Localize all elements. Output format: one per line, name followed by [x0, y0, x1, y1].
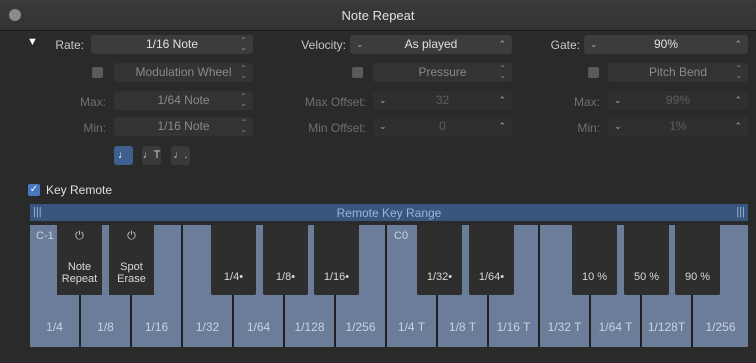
- chevron-up-icon: ⌃: [498, 95, 506, 105]
- octave-label-c0: C0: [394, 230, 409, 242]
- chevron-up-icon: ⌃: [734, 39, 742, 49]
- rate-min-popup[interactable]: 1/16 Note ⌃ ⌄: [114, 117, 253, 136]
- remote-key-range-label: Remote Key Range: [336, 206, 442, 220]
- updown-icon: ⌃ ⌄: [735, 64, 742, 80]
- velocity-min-offset-label: Min Offset:: [308, 121, 366, 135]
- velocity-min-offset-value: 0: [439, 119, 446, 133]
- velocity-max-offset-label: Max Offset:: [304, 95, 366, 109]
- velocity-value: As played: [404, 37, 458, 51]
- black-key-label: 1/4•: [223, 271, 244, 283]
- quarter-note-button[interactable]: ♩: [114, 146, 133, 165]
- black-key[interactable]: 1/64•: [469, 225, 514, 295]
- rate-label: Rate:: [55, 38, 84, 52]
- velocity-label: Velocity:: [301, 38, 346, 52]
- velocity-min-offset-field[interactable]: ⌄ 0 ⌃: [373, 117, 512, 136]
- white-key-label: 1/64: [246, 320, 271, 334]
- rate-mod-checkbox[interactable]: [92, 67, 103, 78]
- white-key-label: 1/32 T: [547, 320, 582, 334]
- range-right-handle[interactable]: |||: [736, 206, 745, 218]
- gate-value: 90%: [653, 37, 679, 51]
- gate-label: Gate:: [550, 38, 580, 52]
- remote-keyboard: 1/4 1/8 1/16 1/32 1/64 1/128 1/256 1/4 T…: [30, 225, 748, 347]
- velocity-max-offset-field[interactable]: ⌄ 32 ⌃: [373, 91, 512, 110]
- white-key-label: 1/4: [46, 320, 63, 334]
- chevron-up-icon: ⌃: [734, 95, 742, 105]
- gate-popup[interactable]: ⌄ 90% ⌃: [584, 35, 748, 54]
- rate-mod-source: Modulation Wheel: [135, 65, 232, 79]
- chevron-up-icon: ⌃: [734, 121, 742, 131]
- black-key-label: 1/32•: [426, 271, 453, 283]
- spot-erase-key[interactable]: ⏻ Spot Erase: [109, 225, 154, 295]
- black-key[interactable]: 10 %: [572, 225, 617, 295]
- updown-icon: ⌃ ⌄: [240, 36, 247, 52]
- black-key-label: 50 %: [633, 271, 660, 283]
- key-remote-checkbox[interactable]: ✓: [28, 184, 40, 196]
- velocity-mod-source-popup[interactable]: Pressure ⌃ ⌄: [373, 63, 512, 82]
- white-key-label: 1/64 T: [598, 320, 633, 334]
- gate-min-value: 1%: [669, 119, 687, 133]
- dotted-note-button[interactable]: ♩.: [171, 146, 190, 165]
- black-key-label: 1/64•: [478, 271, 505, 283]
- power-icon: ⏻: [75, 230, 84, 242]
- gate-mod-checkbox[interactable]: [588, 67, 599, 78]
- rate-min-value: 1/16 Note: [157, 119, 210, 133]
- power-icon: ⏻: [127, 230, 136, 242]
- white-key-label: 1/32: [195, 320, 220, 334]
- chevron-up-icon: ⌃: [498, 121, 506, 131]
- key-remote-label: Key Remote: [46, 183, 113, 197]
- white-key-label: 1/4 T: [397, 320, 426, 334]
- black-key[interactable]: 90 %: [675, 225, 720, 295]
- velocity-max-offset-value: 32: [435, 93, 450, 107]
- gate-max-label: Max:: [573, 95, 600, 109]
- white-key-label: 1/128: [294, 320, 325, 334]
- gate-mod-source: Pitch Bend: [648, 65, 708, 79]
- note-repeat-window: Note Repeat ▼ Rate: 1/16 Note ⌃ ⌄ Modula…: [0, 0, 756, 363]
- rate-mod-source-popup[interactable]: Modulation Wheel ⌃ ⌄: [114, 63, 253, 82]
- white-key-label: 1/16 T: [496, 320, 531, 334]
- black-key-label: 90 %: [684, 271, 711, 283]
- velocity-popup[interactable]: ⌄ As played ⌃: [350, 35, 512, 54]
- window-title: Note Repeat: [341, 8, 415, 23]
- spot-erase-key-label: Spot Erase: [117, 261, 146, 285]
- velocity-mod-checkbox[interactable]: [352, 67, 363, 78]
- rate-max-label: Max:: [79, 95, 106, 109]
- title-bar: Note Repeat: [0, 0, 756, 31]
- black-key-label: 1/8•: [275, 271, 296, 283]
- updown-icon: ⌃ ⌄: [499, 64, 506, 80]
- note-repeat-key-label: Note Repeat: [61, 261, 98, 285]
- white-key-label: 1/256: [705, 320, 736, 334]
- rate-value: 1/16 Note: [145, 37, 199, 51]
- black-key[interactable]: 1/8•: [263, 225, 308, 295]
- black-key[interactable]: 1/32•: [417, 225, 462, 295]
- octave-label-c-1: C-1: [36, 230, 54, 242]
- black-key[interactable]: 50 %: [624, 225, 669, 295]
- gate-min-label: Min:: [577, 121, 600, 135]
- chevron-up-icon: ⌃: [498, 39, 506, 49]
- rate-max-value: 1/64 Note: [157, 93, 210, 107]
- black-key-label: 10 %: [581, 271, 608, 283]
- rate-max-popup[interactable]: 1/64 Note ⌃ ⌄: [114, 91, 253, 110]
- white-key-label: 1/8: [97, 320, 114, 334]
- rate-popup[interactable]: 1/16 Note ⌃ ⌄: [91, 35, 253, 54]
- rate-min-label: Min:: [83, 121, 106, 135]
- updown-icon: ⌃ ⌄: [240, 64, 247, 80]
- remote-key-range-bar[interactable]: ||| Remote Key Range |||: [30, 204, 748, 221]
- white-key-label: 1/256: [345, 320, 376, 334]
- gate-min-field[interactable]: ⌄ 1% ⌃: [608, 117, 748, 136]
- black-key[interactable]: 1/16•: [314, 225, 359, 295]
- gate-max-value: 99%: [665, 93, 691, 107]
- velocity-mod-source: Pressure: [418, 65, 467, 79]
- gate-mod-source-popup[interactable]: Pitch Bend ⌃ ⌄: [608, 63, 748, 82]
- note-repeat-key[interactable]: ⏻ Note Repeat: [57, 225, 102, 295]
- triplet-note-button[interactable]: ♩T: [142, 146, 161, 165]
- updown-icon: ⌃ ⌄: [240, 118, 247, 134]
- updown-icon: ⌃ ⌄: [240, 92, 247, 108]
- gate-max-field[interactable]: ⌄ 99% ⌃: [608, 91, 748, 110]
- white-key-label: 1/8 T: [448, 320, 477, 334]
- black-key[interactable]: 1/4•: [211, 225, 256, 295]
- white-key-label: 1/16: [144, 320, 169, 334]
- black-key-label: 1/16•: [323, 271, 350, 283]
- white-key-label: 1/128T: [647, 320, 686, 334]
